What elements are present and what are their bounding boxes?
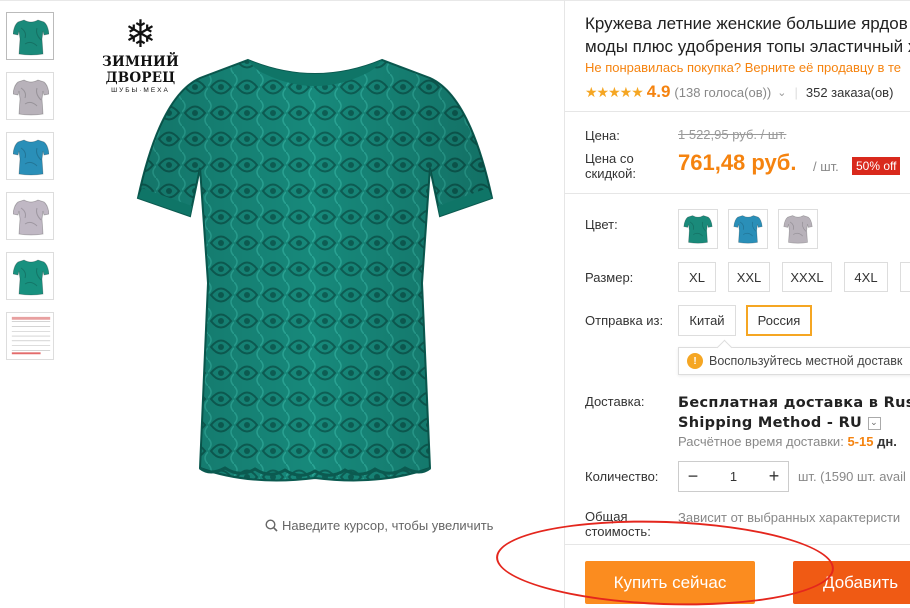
quantity-input[interactable]: 1 [707,469,760,484]
shipping-method-select[interactable]: Shipping Method - RU ⌄ [678,413,910,433]
color-option-3[interactable] [778,209,818,249]
rating-stars-icon: ★★★★★ [585,83,644,100]
thumbnail-1[interactable] [6,12,54,60]
tooltip-text: Воспользуйтесь местной доставк [709,354,903,368]
thumbnail-2[interactable] [6,72,54,120]
size-option-xxxl[interactable]: XXXL [782,262,832,292]
old-price: 1 522,95 руб. / шт. [678,127,787,142]
zoom-hint-text: Наведите курсор, чтобы увеличить [282,518,494,533]
color-label: Цвет: [585,217,618,232]
size-option-xxl[interactable]: XXL [728,262,770,292]
minus-button[interactable]: − [679,466,707,487]
color-option-2[interactable] [728,209,768,249]
ship-from-russia[interactable]: Россия [746,305,812,336]
size-option-4xl[interactable]: 4XL [844,262,888,292]
local-delivery-tooltip: ! Воспользуйтесь местной доставк [678,347,910,375]
thumbnail-6[interactable] [6,312,54,360]
rating-value: 4.9 [646,82,671,101]
rating-row: ★★★★★ 4.9 (138 голоса(ов)) ⌄ | 352 заказ… [585,82,893,102]
delivery-info: Бесплатная доставка в Russia Shipping Me… [678,393,910,433]
divider [565,111,910,112]
quantity-stepper: − 1 + [678,461,789,492]
rating-separator: | [794,84,798,100]
lightbulb-icon: ! [687,353,703,369]
chevron-down-icon[interactable]: ⌄ [777,86,786,99]
delivery-days-suffix: дн. [877,434,897,449]
votes-link[interactable]: (138 голоса(ов)) [674,85,771,100]
total-note: Зависит от выбранных характеристи [678,510,901,525]
delivery-time: Расчётное время доставки: 5-15 дн. [678,434,897,449]
lace-blouse-image [136,58,494,482]
divider [565,193,910,194]
delivery-time-prefix: Расчётное время доставки: [678,434,844,449]
orders-count: 352 заказа(ов) [805,84,894,100]
chevron-down-icon[interactable]: ⌄ [867,416,881,430]
size-option-5xl[interactable]: 5 [900,262,910,292]
product-title-line-1: Кружева летние женские большие ярдов [585,14,908,33]
discount-badge: 50% off [852,157,901,175]
price-unit: / шт. [813,159,839,174]
magnifier-icon [265,519,278,532]
return-promo-link[interactable]: Не понравилась покупка? Верните её прода… [585,60,901,75]
price-label: Цена: [585,128,620,143]
product-info-panel: Кружева летние женские большие ярдов мод… [565,0,910,608]
thumbnail-strip [6,12,56,372]
divider [565,544,910,545]
zoom-hint: Наведите курсор, чтобы увеличить [265,518,493,533]
sale-price-label: Цена со скидкой: [585,151,636,181]
thumbnail-4[interactable] [6,192,54,240]
plus-button[interactable]: + [760,466,788,487]
thumbnail-5[interactable] [6,252,54,300]
delivery-days: 5-15 [847,434,874,449]
size-label: Размер: [585,270,634,285]
delivery-label: Доставка: [585,394,645,409]
total-label: Общая стоимость: [585,509,651,539]
delivery-line-1: Бесплатная доставка в Russia [678,395,910,411]
quantity-label: Количество: [585,469,659,484]
ship-from-label: Отправка из: [585,313,664,328]
thumbnail-3[interactable] [6,132,54,180]
add-to-cart-button[interactable]: Добавить [793,561,910,604]
product-title-line-2: моды плюс удобрения топы эластичный х [585,37,910,56]
color-option-1[interactable] [678,209,718,249]
ship-from-china[interactable]: Китай [678,305,736,336]
main-product-image[interactable]: ❄ ЗИМНИЙ ДВОРЕЦ ШУБЫ·МЕХА Наведите курсо… [70,8,560,533]
product-title[interactable]: Кружева летние женские большие ярдов мод… [585,12,910,58]
quantity-available: шт. (1590 шт. avail [798,469,906,484]
size-option-xl[interactable]: XL [678,262,716,292]
delivery-line-2: Shipping Method - RU [678,415,863,431]
buy-now-button[interactable]: Купить сейчас [585,561,755,604]
sale-price: 761,48 руб. [678,150,797,175]
